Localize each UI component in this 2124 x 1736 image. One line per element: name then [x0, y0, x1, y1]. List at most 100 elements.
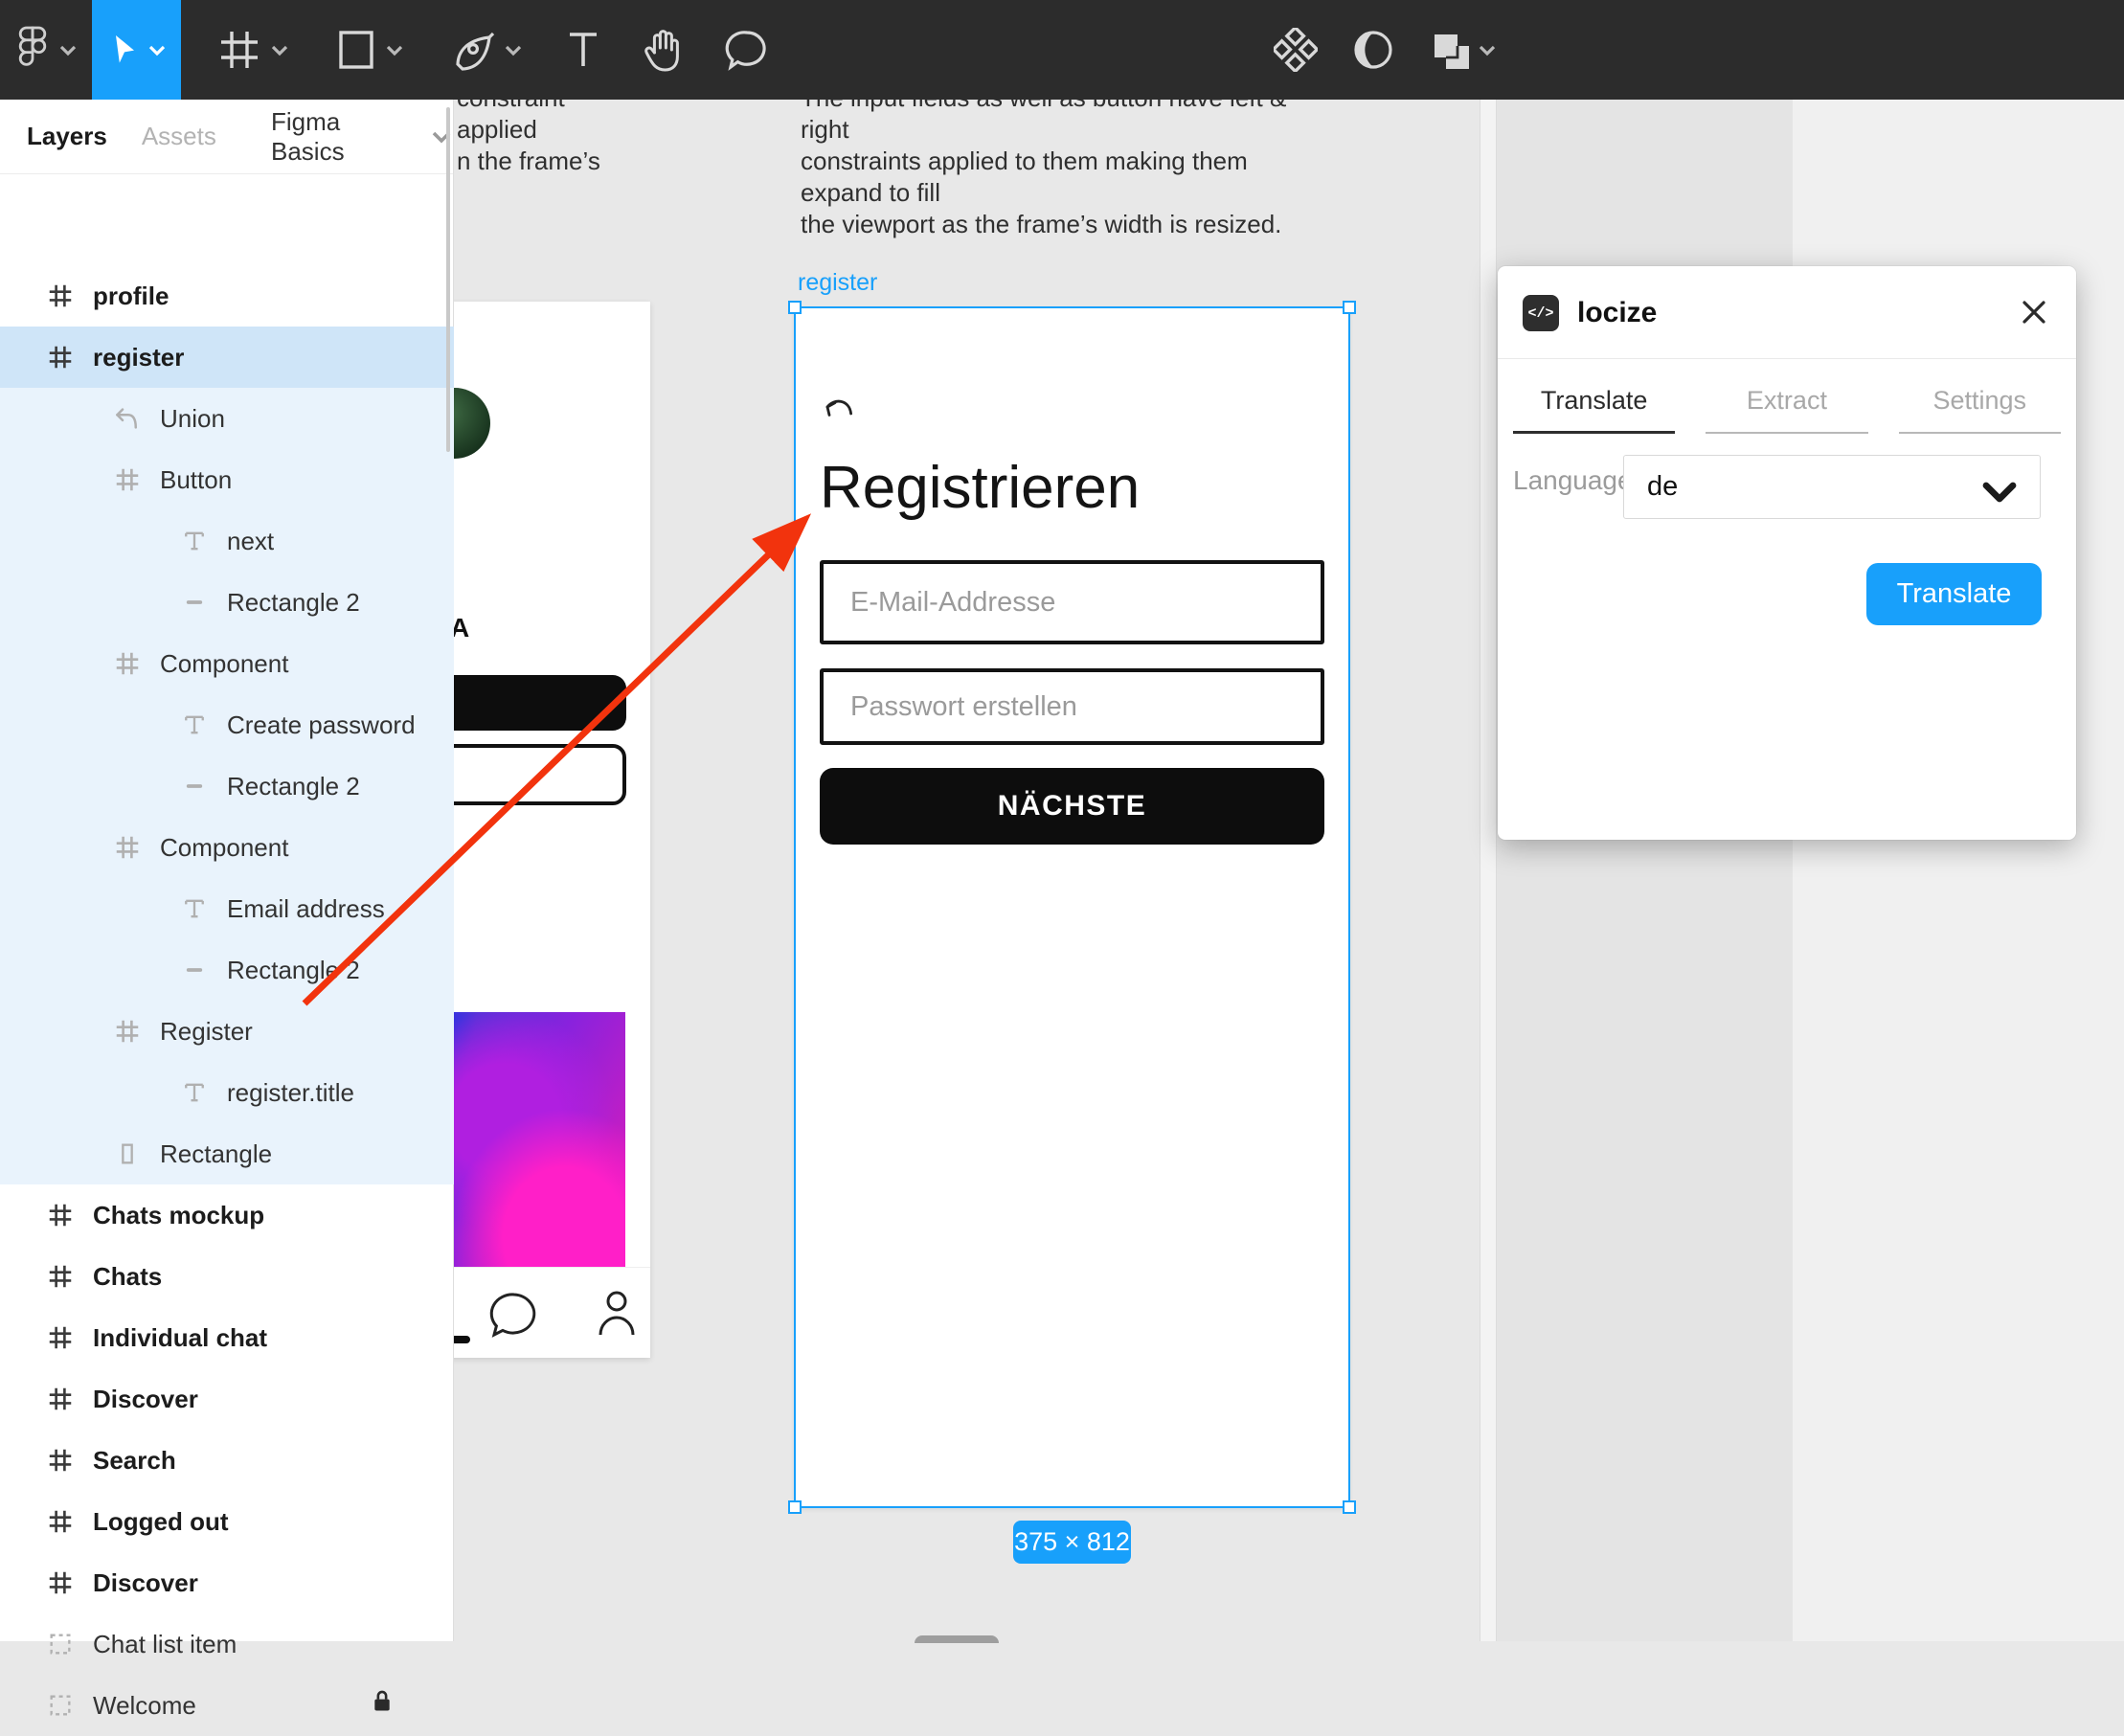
layer-label: Button [160, 465, 232, 495]
layer-row-chats-mockup[interactable]: Chats mockup [0, 1184, 454, 1246]
password-field[interactable] [820, 668, 1324, 745]
layer-label: Logged out [93, 1507, 229, 1537]
frame-layer-icon [44, 1321, 77, 1354]
text-tool-icon [564, 28, 602, 72]
language-label: Language [1513, 465, 1633, 496]
comment-tool-button[interactable] [712, 0, 782, 100]
layer-row-email-address[interactable]: Email address [0, 878, 454, 939]
frame-tool-button[interactable] [202, 0, 304, 100]
hand-tool-button[interactable] [629, 0, 698, 100]
layer-row-register[interactable]: register [0, 327, 454, 388]
layer-row-next[interactable]: next [0, 510, 454, 572]
layer-row-rectangle-2[interactable]: Rectangle 2 [0, 572, 454, 633]
layer-label: Search [93, 1446, 176, 1476]
person-icon[interactable] [592, 1285, 642, 1347]
lock-icon[interactable] [372, 1689, 393, 1719]
layer-row-individual-chat[interactable]: Individual chat [0, 1307, 454, 1368]
text-tool-button[interactable] [551, 0, 616, 100]
figma-menu-button[interactable] [0, 0, 92, 100]
layer-label: next [227, 527, 274, 556]
layer-label: Rectangle [160, 1139, 272, 1169]
layer-row-create-password[interactable]: Create password [0, 694, 454, 755]
layer-row-welcome[interactable]: Welcome [0, 1675, 454, 1736]
frame-layer-icon [111, 831, 144, 864]
translate-button[interactable]: Translate [1866, 563, 2042, 625]
size-badge: 375 × 812 [1013, 1521, 1131, 1564]
shape-tool-button[interactable] [321, 0, 418, 100]
page-selector[interactable]: Figma Basics [271, 107, 453, 167]
chat-bubble-icon[interactable] [486, 1287, 543, 1349]
layer-row-rectangle[interactable]: Rectangle [0, 1123, 454, 1184]
layer-row-register[interactable]: Register [0, 1001, 454, 1062]
frame-layer-icon [111, 647, 144, 680]
layer-label: Individual chat [93, 1323, 267, 1353]
boolean-group-button[interactable] [1415, 0, 1511, 100]
back-arrow-icon[interactable] [819, 393, 861, 440]
tab-assets[interactable]: Assets [142, 122, 216, 151]
register-title[interactable]: Registrieren [820, 454, 1140, 522]
frame-layer-icon [44, 341, 77, 373]
layer-row-union[interactable]: Union [0, 388, 454, 449]
pen-tool-icon [451, 25, 497, 75]
language-select[interactable]: de [1623, 455, 2041, 519]
move-tool-button[interactable] [92, 0, 181, 100]
layer-row-button[interactable]: Button [0, 449, 454, 510]
layer-label: Rectangle 2 [227, 588, 360, 618]
chevron-down-icon [269, 43, 290, 56]
layer-row-rectangle-2[interactable]: Rectangle 2 [0, 755, 454, 817]
frame-layer-icon [44, 1199, 77, 1231]
next-button[interactable]: NÄCHSTE [820, 768, 1324, 845]
frame-layer-icon [44, 1444, 77, 1477]
move-cursor-icon [106, 31, 141, 69]
canvas-note-right: The input fields as well as button have … [801, 82, 1318, 240]
layer-label: Discover [93, 1568, 198, 1598]
layer-row-chat-list-item[interactable]: Chat list item [0, 1613, 454, 1675]
layer-row-profile[interactable]: profile [0, 265, 454, 327]
layer-row-register.title[interactable]: register.title [0, 1062, 454, 1123]
frame-tool-icon [215, 26, 263, 74]
layer-row-component[interactable]: Component [0, 817, 454, 878]
text-layer-icon [178, 892, 211, 925]
pen-tool-button[interactable] [438, 0, 537, 100]
layer-row-discover[interactable]: Discover [0, 1552, 454, 1613]
layer-row-discover[interactable]: Discover [0, 1368, 454, 1430]
component-tools-button[interactable] [1260, 0, 1331, 100]
figma-logo-icon [13, 23, 52, 77]
layer-row-rectangle-2[interactable]: Rectangle 2 [0, 939, 454, 1001]
layer-label: register [93, 343, 184, 372]
register-frame[interactable]: Registrieren NÄCHSTE [796, 308, 1348, 1506]
tab-translate[interactable]: Translate [1498, 359, 1690, 434]
tab-extract[interactable]: Extract [1690, 359, 1883, 434]
layer-row-chats[interactable]: Chats [0, 1246, 454, 1307]
frame-layer-icon [44, 1260, 77, 1293]
union-layer-icon [111, 402, 144, 435]
layer-row-search[interactable]: Search [0, 1430, 454, 1491]
tab-layers[interactable]: Layers [27, 122, 107, 151]
comment-bubble-icon [725, 28, 769, 72]
frame-layer-icon [111, 1015, 144, 1048]
toolbar [0, 0, 2124, 100]
dash-layer-icon [178, 770, 211, 802]
tab-extract-label: Extract [1747, 386, 1827, 415]
locize-logo-icon: </> [1523, 295, 1559, 331]
tab-underline [1706, 432, 1867, 434]
tab-settings[interactable]: Settings [1884, 359, 2076, 434]
layer-label: Chats [93, 1262, 162, 1292]
mask-button[interactable] [1339, 0, 1408, 100]
dash-layer-icon [178, 586, 211, 619]
sidebar-scrollbar[interactable] [446, 107, 450, 452]
boolean-group-icon [1429, 29, 1471, 71]
plugin-title: locize [1577, 297, 1657, 329]
layer-label: Email address [227, 894, 385, 924]
dashed-frame-layer-icon [44, 1628, 77, 1660]
close-icon[interactable] [2019, 297, 2049, 327]
sidebar-header: Layers Assets Figma Basics [0, 100, 453, 174]
dash-layer-icon [178, 954, 211, 986]
tab-translate-label: Translate [1541, 386, 1648, 415]
frame-name-label[interactable]: register [798, 269, 877, 297]
email-field[interactable] [820, 560, 1324, 644]
mask-icon [1352, 29, 1394, 71]
layer-row-component[interactable]: Component [0, 633, 454, 694]
layer-row-logged-out[interactable]: Logged out [0, 1491, 454, 1552]
layer-label: Rectangle 2 [227, 956, 360, 985]
